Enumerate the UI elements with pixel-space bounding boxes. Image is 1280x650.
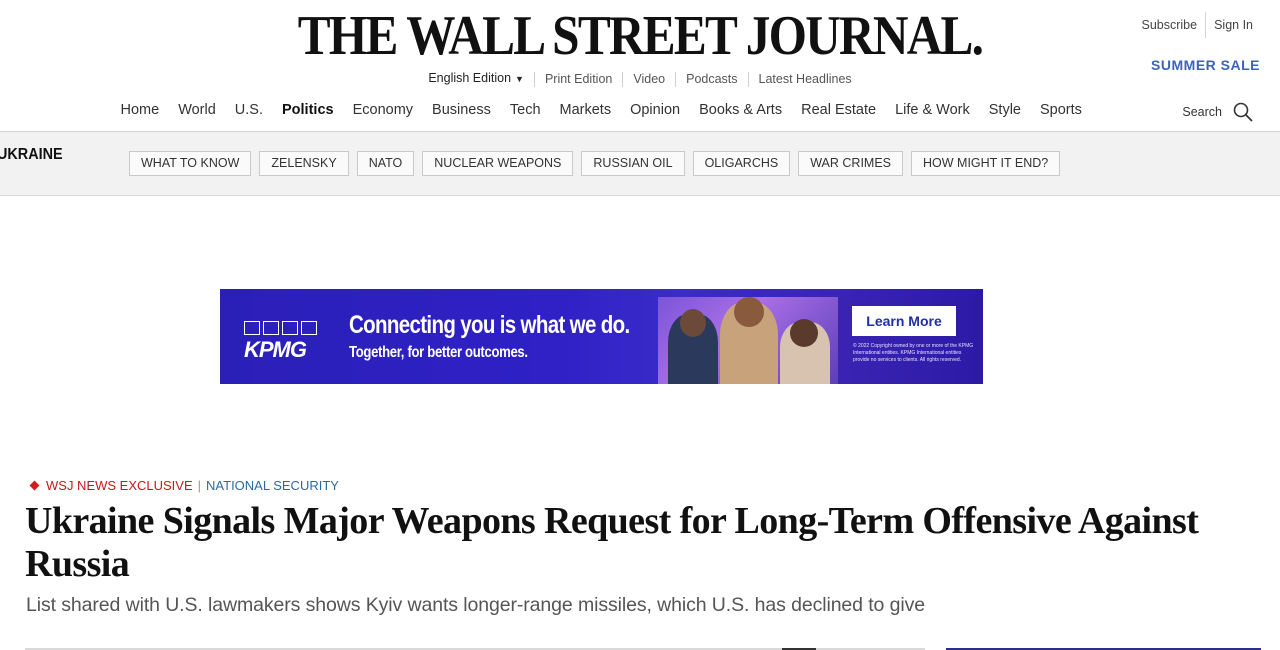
search-button[interactable]: Search [1182,101,1254,123]
section-nav: Home World U.S. Politics Economy Busines… [0,92,1280,132]
nav-markets[interactable]: Markets [550,102,621,118]
ad-headline: Connecting you is what we do. [349,311,630,339]
nav-sports[interactable]: Sports [1031,102,1092,118]
nav-home[interactable]: Home [111,102,169,118]
latest-headlines-link[interactable]: Latest Headlines [747,71,862,87]
kpmg-logo: KPMG [244,321,317,363]
kpmg-ad-banner[interactable]: KPMG Connecting you is what we do. Toget… [220,289,983,384]
nav-world[interactable]: World [169,102,226,118]
wsj-logo[interactable]: THE WALL STREET JOURNAL. [77,4,1203,68]
sign-in-link[interactable]: Sign In [1206,12,1261,38]
ad-legal-text: © 2022 Copyright owned by one or more of… [853,343,974,363]
nav-real-estate[interactable]: Real Estate [792,102,886,118]
account-links: Subscribe Sign In [1133,12,1261,38]
nav-life-work[interactable]: Life & Work [886,102,980,118]
masthead: THE WALL STREET JOURNAL. English Edition… [0,0,1280,92]
search-icon [1233,102,1253,122]
page: THE WALL STREET JOURNAL. English Edition… [0,0,1280,650]
ad-person-head [734,297,764,327]
pill-war-crimes[interactable]: WAR CRIMES [798,151,904,176]
exclusive-label: WSJ NEWS EXCLUSIVE [46,478,193,493]
nav-economy[interactable]: Economy [343,102,422,118]
print-edition-link[interactable]: Print Edition [533,71,622,87]
flashline-separator: | [197,478,202,493]
pill-nato[interactable]: NATO [356,151,415,176]
ad-learn-more-button[interactable]: Learn More [852,306,956,336]
kpmg-box [244,321,260,335]
topic-bar: UKRAINE WHAT TO KNOW ZELENSKY NATO NUCLE… [0,132,1280,196]
nav-tech[interactable]: Tech [500,102,550,118]
nav-us[interactable]: U.S. [225,102,272,118]
pill-zelensky[interactable]: ZELENSKY [259,151,349,176]
video-link[interactable]: Video [622,71,675,87]
edition-bar: English Edition ▼ Print Edition Video Pod… [0,71,1280,87]
nav-business[interactable]: Business [423,102,501,118]
topic-pills: WHAT TO KNOW ZELENSKY NATO NUCLEAR WEAPO… [129,151,1068,176]
topic-title[interactable]: UKRAINE [0,146,63,164]
ad-person-head [790,319,818,347]
nav-style[interactable]: Style [979,102,1030,118]
pill-how-might-it-end[interactable]: HOW MIGHT IT END? [911,151,1061,176]
summer-sale-link[interactable]: SUMMER SALE [1151,57,1260,73]
podcasts-link[interactable]: Podcasts [675,71,747,87]
article-headline: Ukraine Signals Major Weapons Request fo… [25,500,1199,585]
nav-politics[interactable]: Politics [273,102,344,118]
pill-russian-oil[interactable]: RUSSIAN OIL [581,151,685,176]
pill-nuclear-weapons[interactable]: NUCLEAR WEAPONS [422,151,574,176]
ad-person-head [680,309,706,337]
kpmg-box [301,321,317,335]
nav-opinion[interactable]: Opinion [621,102,690,118]
section-list: Home World U.S. Politics Economy Busines… [111,102,1091,118]
diamond-icon [29,480,40,491]
ad-subline: Together, for better outcomes. [349,344,528,361]
pill-what-to-know[interactable]: WHAT TO KNOW [129,151,252,176]
search-label: Search [1182,105,1222,119]
kpmg-box [282,321,298,335]
category-link[interactable]: NATIONAL SECURITY [206,478,339,493]
subscribe-link[interactable]: Subscribe [1133,12,1205,38]
kpmg-wordmark: KPMG [244,337,307,362]
caret-down-icon: ▼ [515,74,524,84]
edition-label: English Edition [428,71,512,85]
kpmg-box [263,321,279,335]
kpmg-logo-boxes [244,321,317,335]
pill-oligarchs[interactable]: OLIGARCHS [692,151,791,176]
nav-books-arts[interactable]: Books & Arts [690,102,792,118]
ad-photo [658,297,838,384]
edition-selector[interactable]: English Edition ▼ [418,71,534,87]
article-flashline: WSJ NEWS EXCLUSIVE | NATIONAL SECURITY [29,478,339,493]
article-dek: List shared with U.S. lawmakers shows Ky… [26,594,925,616]
